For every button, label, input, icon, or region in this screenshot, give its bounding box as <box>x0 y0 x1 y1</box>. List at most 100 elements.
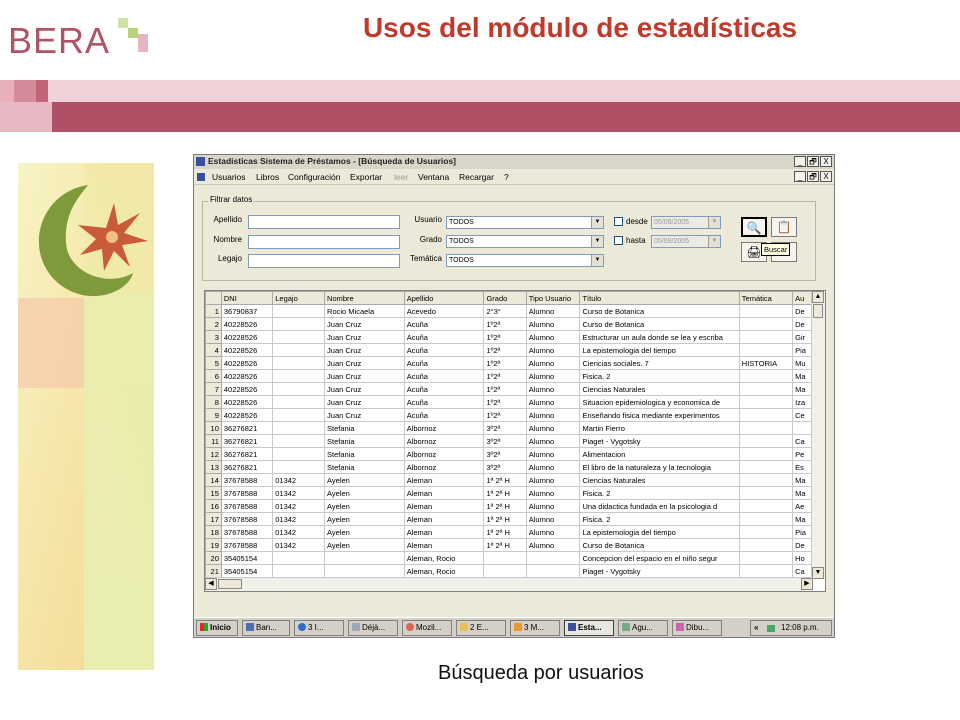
cell-row-number[interactable]: 18 <box>205 525 222 539</box>
usuario-select[interactable]: TODOS ▼ <box>446 216 604 229</box>
chevron-down-icon[interactable]: ▼ <box>708 236 720 247</box>
scroll-right-arrow-icon[interactable]: ▶ <box>801 578 813 590</box>
tematica-select[interactable]: TODOS ▼ <box>446 254 604 267</box>
restore-button[interactable]: 🗗 <box>807 156 819 167</box>
taskbar-item[interactable]: Ban... <box>242 620 290 636</box>
cell-row-number[interactable]: 13 <box>205 460 222 474</box>
desde-date[interactable]: 05/09/2005 ▼ <box>651 216 721 229</box>
table-row[interactable]: 20 35405154 Aleman, Rocio Concepcion del es… <box>205 551 813 565</box>
taskbar-item[interactable]: Mozil... <box>402 620 452 636</box>
menu-ventana[interactable]: Ventana <box>418 172 449 182</box>
scroll-left-arrow-icon[interactable]: ◀ <box>205 578 217 590</box>
cell-row-number[interactable]: 6 <box>205 369 222 383</box>
table-row[interactable]: 18 37678588 01342 Ayelen Aleman 1ª 2ª H Alumno… <box>205 525 813 539</box>
table-row[interactable]: 21 35405154 Aleman, Rocio Piaget - Vygotsky… <box>205 564 813 578</box>
apellido-input[interactable] <box>248 215 400 229</box>
menu-usuarios[interactable]: Usuarios <box>212 172 246 182</box>
column-header-nombre[interactable]: Nombre <box>324 291 405 305</box>
chevron-down-icon[interactable]: ▼ <box>591 217 603 228</box>
cell-row-number[interactable]: 15 <box>205 486 222 500</box>
menu-exportar[interactable]: Exportar <box>350 172 382 182</box>
table-row[interactable]: 2 40228526 Juan Cruz Acuña 1º2ª Alumno Curso d… <box>205 317 813 331</box>
cell-row-number[interactable]: 14 <box>205 473 222 487</box>
taskbar-item[interactable]: Dibu... <box>672 620 722 636</box>
column-header-tematica[interactable]: Temática <box>738 291 794 305</box>
cell-row-number[interactable]: 7 <box>205 382 222 396</box>
table-row[interactable]: 1 36790837 Rocio Micaela Acevedo 2°3° Alumno C… <box>205 304 813 318</box>
minimize-button[interactable]: _ <box>794 156 806 167</box>
chevron-down-icon[interactable]: ▼ <box>591 255 603 266</box>
hasta-checkbox[interactable] <box>614 236 623 245</box>
cell-row-number[interactable]: 2 <box>205 317 222 331</box>
table-row[interactable]: 14 37678588 01342 Ayelen Aleman 1ª 2ª H Alumno… <box>205 473 813 487</box>
search-button[interactable]: 🔍 <box>741 217 767 237</box>
tray-expand-icon[interactable]: « <box>754 621 758 635</box>
table-row[interactable]: 19 37678588 01342 Ayelen Aleman 1ª 2ª H Alumno… <box>205 538 813 552</box>
table-row[interactable]: 15 37678588 01342 Ayelen Aleman 1ª 2ª H Alumno… <box>205 486 813 500</box>
table-row[interactable]: 10 36276821 Stefania Albornoz 3º2ª Alumno Mart… <box>205 421 813 435</box>
cell-row-number[interactable]: 20 <box>205 551 222 565</box>
cell-row-number[interactable]: 4 <box>205 343 222 357</box>
cell-row-number[interactable]: 11 <box>205 434 222 448</box>
desde-checkbox[interactable] <box>614 217 623 226</box>
child-minimize-button[interactable]: _ <box>794 171 806 182</box>
cell-row-number[interactable]: 3 <box>205 330 222 344</box>
column-header-apellido[interactable]: Apellido <box>403 291 485 305</box>
scroll-down-arrow-icon[interactable]: ▼ <box>812 567 824 579</box>
scroll-up-arrow-icon[interactable]: ▲ <box>812 291 824 303</box>
chevron-down-icon[interactable]: ▼ <box>591 236 603 247</box>
legajo-input[interactable] <box>248 254 400 268</box>
cell-row-number[interactable]: 8 <box>205 395 222 409</box>
cell-row-number[interactable]: 19 <box>205 538 222 552</box>
menu-recargar[interactable]: Recargar <box>459 172 494 182</box>
menu-configuracion[interactable]: Configuración <box>288 172 340 182</box>
cell-row-number[interactable]: 10 <box>205 421 222 435</box>
column-header-grado[interactable]: Grado <box>483 291 527 305</box>
child-restore-button[interactable]: 🗗 <box>807 171 819 182</box>
column-header-titulo[interactable]: Título <box>579 291 740 305</box>
cell-row-number[interactable]: 9 <box>205 408 222 422</box>
start-button[interactable]: Inicio <box>196 620 238 636</box>
table-row[interactable]: 13 36276821 Stefania Albornoz 3º2ª Alumno El l… <box>205 460 813 474</box>
column-header-tipo-usuario[interactable]: Tipo Usuario <box>525 291 581 305</box>
table-row[interactable]: 3 40228526 Juan Cruz Acuña 1º2ª Alumno Estruct… <box>205 330 813 344</box>
vertical-scrollbar[interactable]: ▲ ▼ <box>811 291 825 579</box>
grado-select[interactable]: TODOS ▼ <box>446 235 604 248</box>
table-row[interactable]: 16 37678588 01342 Ayelen Aleman 1ª 2ª H Alumno… <box>205 499 813 513</box>
scroll-thumb[interactable] <box>813 304 823 318</box>
close-button[interactable]: X <box>820 156 832 167</box>
cell-row-number[interactable]: 12 <box>205 447 222 461</box>
taskbar-item[interactable]: Agu... <box>618 620 668 636</box>
nombre-input[interactable] <box>248 235 400 249</box>
hasta-date[interactable]: 05/09/2005 ▼ <box>651 235 721 248</box>
table-row[interactable]: 4 40228526 Juan Cruz Acuña 1º2ª Alumno La epis… <box>205 343 813 357</box>
table-row[interactable]: 9 40228526 Juan Cruz Acuña 1º2ª Alumno Enseñan… <box>205 408 813 422</box>
child-close-button[interactable]: X <box>820 171 832 182</box>
table-row[interactable]: 5 40228526 Juan Cruz Acuña 1º2ª Alumno Ciencia… <box>205 356 813 370</box>
taskbar-item-active[interactable]: Esta... <box>564 620 614 636</box>
column-header-legajo[interactable]: Legajo <box>272 291 326 305</box>
taskbar-item[interactable]: 2 E... <box>456 620 506 636</box>
table-row[interactable]: 6 40228526 Juan Cruz Acuña 1º2ª Alumno Fisica.… <box>205 369 813 383</box>
menu-libros[interactable]: Libros <box>256 172 279 182</box>
taskbar-item[interactable]: Déjà... <box>348 620 398 636</box>
column-header-dni[interactable]: DNI <box>220 291 274 305</box>
table-row[interactable]: 11 36276821 Stefania Albornoz 3º2ª Alumno Piag… <box>205 434 813 448</box>
h-scroll-thumb[interactable] <box>218 579 242 589</box>
table-row[interactable]: 17 37678588 01342 Ayelen Aleman 1ª 2ª H Alumno… <box>205 512 813 526</box>
tray-network-icon[interactable] <box>767 625 775 632</box>
taskbar-item[interactable]: 3 I... <box>294 620 344 636</box>
table-row[interactable]: 12 36276821 Stefania Albornoz 3º2ª Alumno Alim… <box>205 447 813 461</box>
clipboard-button[interactable]: 📋 <box>771 217 797 237</box>
cell-row-number[interactable]: 21 <box>205 564 222 578</box>
horizontal-scrollbar[interactable]: ◀ ▶ <box>205 577 813 591</box>
taskbar-item[interactable]: 3 M... <box>510 620 560 636</box>
chevron-down-icon[interactable]: ▼ <box>708 217 720 228</box>
column-header-autor[interactable]: Au <box>792 291 813 305</box>
cell-row-number[interactable]: 17 <box>205 512 222 526</box>
menu-help[interactable]: ? <box>504 172 509 182</box>
cell-row-number[interactable]: 16 <box>205 499 222 513</box>
cell-row-number[interactable]: 1 <box>205 304 222 318</box>
table-row[interactable]: 8 40228526 Juan Cruz Acuña 1º2ª Alumno Situaci… <box>205 395 813 409</box>
table-row[interactable]: 7 40228526 Juan Cruz Acuña 1º2ª Alumno Ciencia… <box>205 382 813 396</box>
